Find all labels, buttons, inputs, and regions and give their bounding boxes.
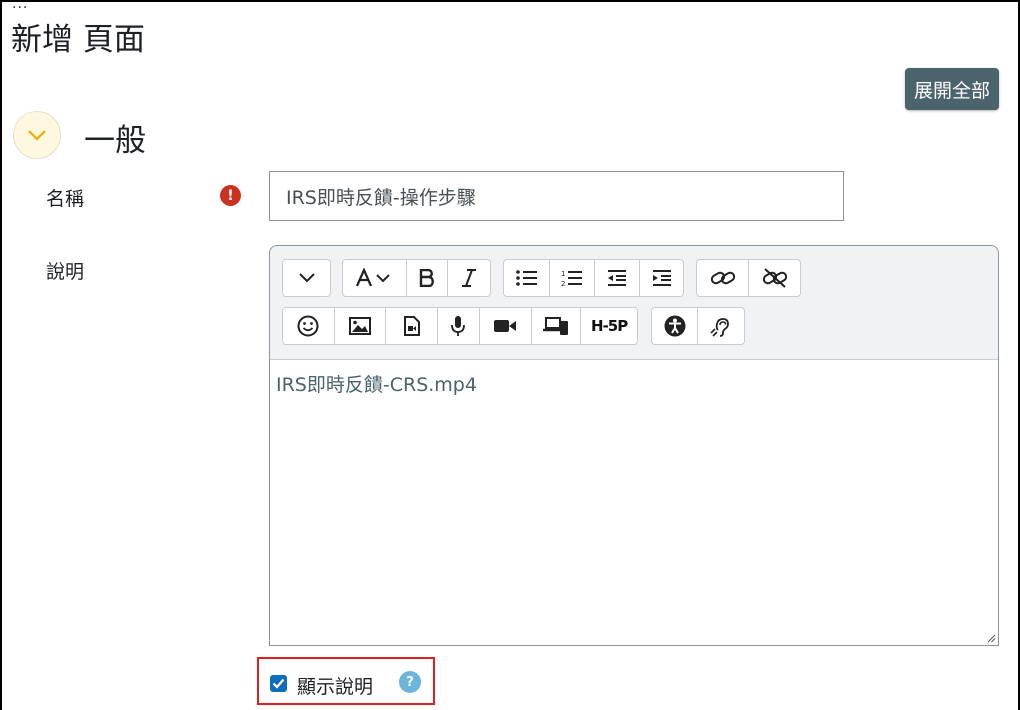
unlink-button[interactable] bbox=[749, 260, 800, 296]
unlink-icon bbox=[762, 268, 787, 288]
required-icon: ! bbox=[220, 185, 241, 206]
svg-text:1: 1 bbox=[561, 270, 565, 278]
record-video-button[interactable] bbox=[480, 308, 532, 344]
devices-icon bbox=[542, 317, 568, 335]
chevron-down-icon bbox=[298, 273, 315, 283]
record-audio-button[interactable] bbox=[438, 308, 480, 344]
file-video-icon bbox=[403, 316, 420, 336]
svg-text:2: 2 bbox=[561, 280, 565, 287]
video-camera-icon bbox=[494, 320, 517, 332]
editor-content[interactable]: IRS即時反饋-CRS.mp4 bbox=[276, 370, 477, 397]
smiley-icon bbox=[297, 315, 319, 337]
unordered-list-button[interactable] bbox=[504, 260, 550, 296]
chevron-down-icon bbox=[28, 130, 46, 141]
italic-button[interactable] bbox=[448, 260, 490, 296]
link-button[interactable] bbox=[697, 260, 749, 296]
expand-all-button[interactable]: 展開全部 bbox=[905, 68, 999, 110]
h5p-icon: H-5P bbox=[591, 317, 628, 335]
link-icon bbox=[710, 271, 735, 285]
bold-icon bbox=[419, 269, 434, 287]
accessibility-checker-button[interactable] bbox=[652, 308, 698, 344]
h5p-button[interactable]: H-5P bbox=[581, 308, 637, 344]
toolbar-toggle-button[interactable] bbox=[283, 260, 330, 296]
bullet-list-icon bbox=[515, 270, 537, 286]
microphone-icon bbox=[451, 316, 466, 336]
italic-icon bbox=[462, 269, 477, 287]
bold-button[interactable] bbox=[407, 260, 449, 296]
screen-reader-helper-button[interactable] bbox=[698, 308, 744, 344]
emoji-button[interactable] bbox=[283, 308, 335, 344]
page-title: 新增 頁面 bbox=[11, 22, 145, 58]
section-title: 一般 bbox=[84, 123, 146, 159]
outdent-button[interactable] bbox=[595, 260, 640, 296]
image-icon bbox=[349, 317, 372, 335]
outdent-icon bbox=[608, 270, 626, 286]
name-input[interactable]: IRS即時反饋-操作步驟 bbox=[269, 171, 844, 221]
manage-files-button[interactable] bbox=[532, 308, 582, 344]
ordered-list-button[interactable]: 12 bbox=[550, 260, 595, 296]
indent-button[interactable] bbox=[640, 260, 683, 296]
ear-icon bbox=[710, 318, 729, 337]
image-button[interactable] bbox=[335, 308, 387, 344]
editor-toolbar: 12 H-5P bbox=[270, 246, 998, 360]
menu-dots: ... bbox=[12, 0, 29, 12]
description-editor: 12 H-5P IRS即時反饋-CRS.mp4 bbox=[269, 245, 999, 646]
font-size-icon bbox=[356, 268, 390, 287]
media-button[interactable] bbox=[386, 308, 439, 344]
description-label: 說明 bbox=[46, 261, 85, 283]
numbered-list-icon: 12 bbox=[561, 270, 582, 287]
section-collapse-toggle[interactable] bbox=[13, 111, 61, 159]
accessibility-icon bbox=[664, 315, 685, 337]
font-size-button[interactable] bbox=[343, 260, 407, 296]
indent-icon bbox=[652, 270, 671, 286]
show-description-checkbox[interactable] bbox=[270, 675, 287, 692]
show-description-label: 顯示說明 bbox=[297, 676, 374, 698]
name-label: 名稱 bbox=[46, 188, 85, 210]
resize-handle-icon[interactable] bbox=[986, 633, 996, 643]
checkmark-icon bbox=[272, 678, 285, 689]
help-icon[interactable]: ? bbox=[399, 671, 421, 693]
